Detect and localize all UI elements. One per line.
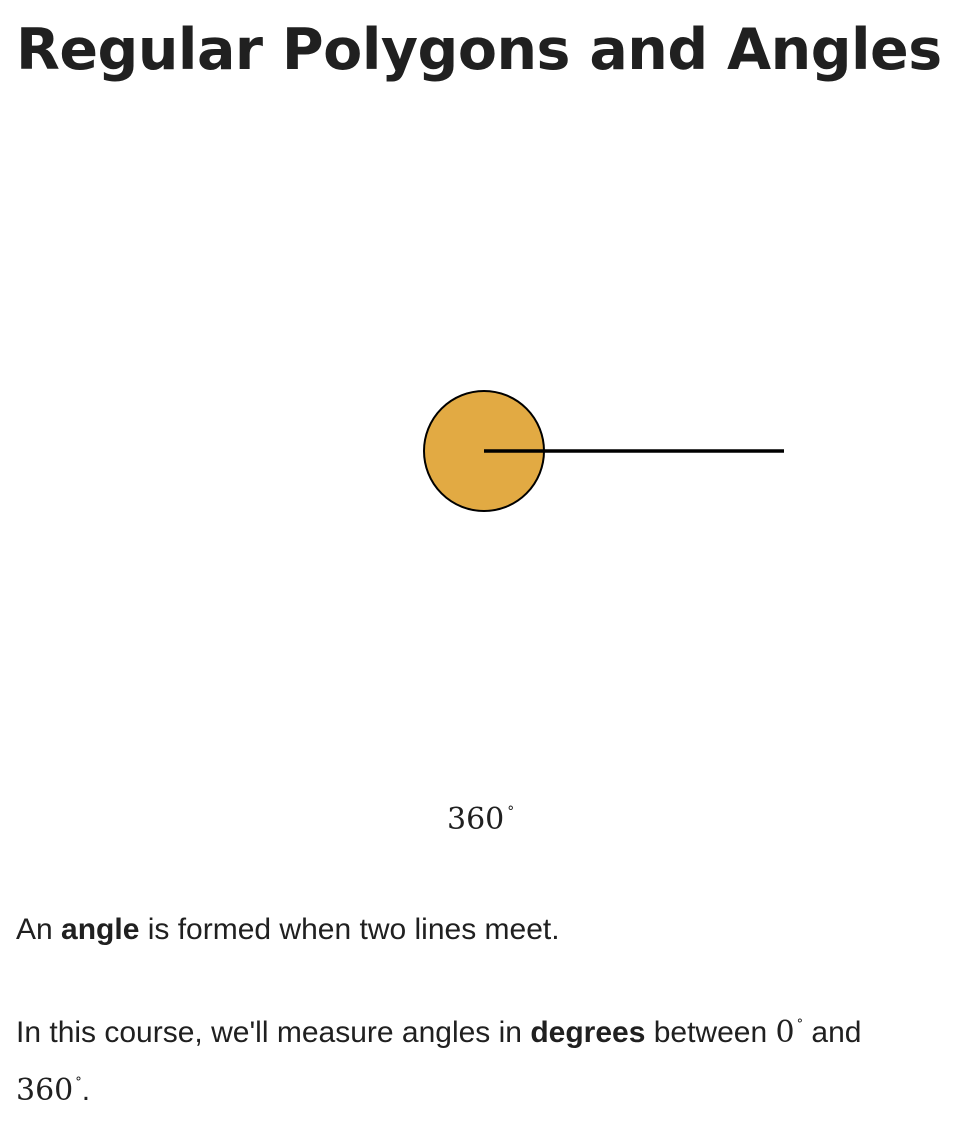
paragraph-2-prefix: In this course, we'll measure angles in [16,1016,531,1049]
angle-definition-paragraph: An angle is formed when two lines meet. [16,905,560,955]
paragraph-2-bold-term: degrees [530,1016,646,1049]
lesson-page: Regular Polygons and Angles 360 ° An angl… [0,0,972,1142]
angle-value: 360 [447,802,505,837]
paragraph-2-middle: between [645,1016,776,1049]
minimum-angle-value: 0 [775,1015,795,1050]
angle-marker-circle [423,390,545,512]
paragraph-1-suffix: is formed when two lines meet. [139,913,560,946]
maximum-angle-value: 360 [16,1073,74,1108]
paragraph-1-bold-term: angle [61,913,140,946]
angle-value-label: 360 ° [447,805,514,835]
paragraph-2-end: . [81,1074,91,1107]
paragraph-1-prefix: An [16,913,62,946]
paragraph-2-connector: and [803,1016,862,1049]
degrees-paragraph: In this course, we'll measure angles in … [16,1000,861,1116]
page-title: Regular Polygons and Angles [16,17,942,83]
angle-degree-symbol: ° [507,804,515,820]
angle-figure [423,390,784,512]
